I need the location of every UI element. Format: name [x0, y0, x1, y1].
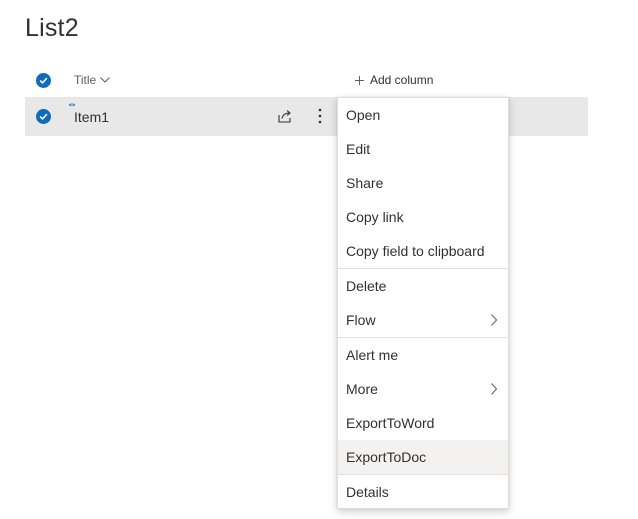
menu-item-label: ExportToWord — [346, 415, 435, 431]
menu-item-label: Copy link — [346, 209, 404, 225]
menu-item-edit[interactable]: Edit — [338, 132, 508, 166]
checkmark-icon — [39, 77, 48, 85]
title-column-header[interactable]: Title — [74, 73, 111, 87]
menu-item-export-to-doc[interactable]: ExportToDoc — [338, 440, 508, 474]
menu-item-copy-link[interactable]: Copy link — [338, 200, 508, 234]
checkmark-icon — [39, 113, 48, 121]
add-column-button[interactable]: Add column — [355, 73, 433, 87]
menu-item-details[interactable]: Details — [338, 475, 508, 509]
chevron-right-icon — [491, 314, 498, 326]
menu-item-label: Flow — [346, 312, 376, 328]
menu-item-alert-me[interactable]: Alert me — [338, 338, 508, 372]
share-icon[interactable] — [277, 108, 293, 124]
menu-item-label: ExportToDoc — [346, 449, 427, 465]
item-title-link[interactable]: Item1 — [74, 109, 109, 125]
plus-icon — [355, 75, 364, 85]
page-title: List2 — [25, 14, 79, 42]
menu-item-label: Details — [346, 484, 389, 500]
menu-item-label: Share — [346, 175, 384, 191]
menu-item-label: More — [346, 381, 378, 397]
menu-item-label: Edit — [346, 141, 371, 157]
menu-item-open[interactable]: Open — [338, 98, 508, 132]
list-header-row: Title Add column — [25, 66, 588, 96]
menu-item-flow[interactable]: Flow — [338, 303, 508, 337]
add-column-label: Add column — [370, 73, 434, 87]
menu-item-delete[interactable]: Delete — [338, 269, 508, 303]
menu-item-more[interactable]: More — [338, 372, 508, 406]
menu-item-label: Copy field to clipboard — [346, 243, 485, 259]
menu-item-label: Alert me — [346, 347, 399, 363]
menu-item-copy-field[interactable]: Copy field to clipboard — [338, 234, 508, 268]
chevron-right-icon — [491, 383, 498, 395]
menu-item-label: Delete — [346, 278, 387, 294]
row-checkbox[interactable] — [36, 109, 51, 124]
title-column-label: Title — [74, 73, 97, 87]
menu-item-export-to-word[interactable]: ExportToWord — [338, 406, 508, 440]
select-all-checkbox[interactable] — [36, 73, 51, 88]
more-options-icon[interactable] — [314, 107, 326, 125]
item-context-menu: Open Edit Share Copy link Copy field to … — [337, 97, 509, 509]
sharepoint-list-page: List2 Title Add column Item1 Open Edit S… — [0, 0, 638, 519]
menu-item-share[interactable]: Share — [338, 166, 508, 200]
menu-item-label: Open — [346, 107, 381, 123]
chevron-down-icon — [100, 77, 111, 83]
